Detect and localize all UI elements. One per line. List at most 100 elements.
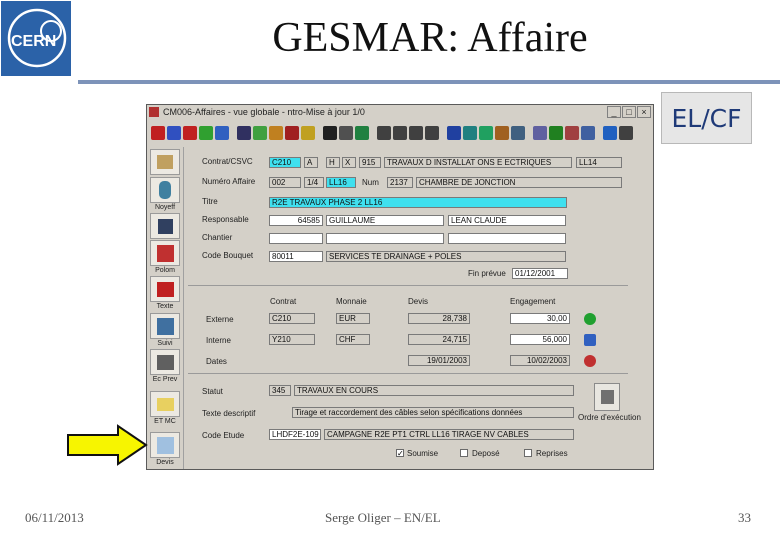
title-rule	[78, 80, 780, 84]
copy-icon[interactable]	[269, 126, 283, 140]
settings-icon[interactable]	[511, 126, 525, 140]
first-record-icon[interactable]	[377, 126, 391, 140]
code-etude-desc-field[interactable]: CAMPAGNE R2E PT1 CTRL LL16 TIRAGE NV CAB…	[324, 429, 574, 440]
delete-icon[interactable]	[183, 126, 197, 140]
calendar-icon[interactable]	[565, 126, 579, 140]
footer-author: Serge Oliger – EN/EL	[325, 510, 441, 525]
contrat-code-field[interactable]: C210	[269, 157, 301, 168]
sort-icon[interactable]	[447, 126, 461, 140]
cut-icon[interactable]	[285, 126, 299, 140]
externe-devis-field[interactable]: 28,738	[408, 313, 470, 324]
add-icon[interactable]	[253, 126, 267, 140]
help-icon[interactable]	[603, 126, 617, 140]
sidebar-button-person[interactable]	[150, 177, 180, 203]
contrat-num-field[interactable]: 915	[359, 157, 381, 168]
chantier-field-1[interactable]	[269, 233, 323, 244]
numero-code-field[interactable]: 002	[269, 177, 301, 188]
texte-descriptif-field[interactable]: Tirage et raccordement des câbles selon …	[292, 407, 574, 418]
close-button[interactable]: ×	[637, 106, 651, 118]
dates-engagement-field[interactable]: 10/02/2003	[510, 355, 570, 366]
contrat-h-field[interactable]: H	[326, 157, 340, 168]
externe-monnaie-field[interactable]: EUR	[336, 313, 370, 324]
code-bouquet-field[interactable]: 80011	[269, 251, 323, 262]
chantier-field-3[interactable]	[448, 233, 566, 244]
sidebar-button-texte[interactable]	[150, 276, 180, 302]
cern-logo: CERN	[1, 1, 71, 76]
clock-icon[interactable]	[584, 355, 596, 367]
search-icon[interactable]	[323, 126, 337, 140]
responsable-id-field[interactable]: 64585	[269, 215, 323, 226]
tools-icon[interactable]	[495, 126, 509, 140]
mail-icon[interactable]	[533, 126, 547, 140]
num-field[interactable]: 2137	[387, 177, 413, 188]
sidebar-button-ecprev[interactable]	[150, 349, 180, 375]
code-bouquet-desc-field[interactable]: SERVICES TE DRAINAGE + POLES	[326, 251, 566, 262]
flag-icon[interactable]	[584, 334, 596, 346]
responsable-label: Responsable	[202, 215, 249, 224]
new-icon[interactable]	[167, 126, 181, 140]
dates-label: Dates	[206, 357, 227, 366]
depose-label: Deposé	[472, 449, 500, 458]
statut-code-field[interactable]: 345	[269, 385, 291, 396]
save-icon[interactable]	[237, 126, 251, 140]
ordre-execution-button[interactable]	[594, 383, 620, 411]
svg-text:CERN: CERN	[11, 33, 56, 50]
insert-icon[interactable]	[199, 126, 213, 140]
fin-prevue-label: Fin prévue	[468, 269, 506, 278]
soumise-checkbox[interactable]: ✓	[396, 449, 404, 458]
exit-icon[interactable]	[151, 126, 165, 140]
pointer-arrow-icon	[67, 424, 148, 466]
sidebar-button-tree[interactable]	[150, 149, 180, 175]
code-etude-field[interactable]: LHDF2E-109	[269, 429, 321, 440]
globe-icon[interactable]	[549, 126, 563, 140]
previous-record-icon[interactable]	[393, 126, 407, 140]
interne-devis-field[interactable]: 24,715	[408, 334, 470, 345]
sidebar-button-polom[interactable]	[150, 240, 180, 266]
interne-monnaie-field[interactable]: CHF	[336, 334, 370, 345]
responsable-first-field[interactable]: LEAN CLAUDE	[448, 215, 566, 226]
sidebar-label-etmc: ET MC	[154, 418, 176, 425]
minimize-button[interactable]: _	[607, 106, 621, 118]
attach-icon[interactable]	[581, 126, 595, 140]
statut-value-field[interactable]: TRAVAUX EN COURS	[294, 385, 574, 396]
numero-desc-field[interactable]: CHAMBRE DE JONCTION	[416, 177, 622, 188]
contrat-desc-field[interactable]: TRAVAUX D INSTALLAT ONS E ECTRIQUES	[384, 157, 572, 168]
find-next-icon[interactable]	[339, 126, 353, 140]
sidebar-button-devis[interactable]	[150, 432, 180, 458]
info-icon[interactable]	[619, 126, 633, 140]
person-icon	[159, 181, 171, 199]
edit-document-icon	[157, 437, 174, 454]
app-window: CM006-Affaires - vue globale - ntro-Mise…	[146, 104, 654, 470]
globe-icon[interactable]	[584, 313, 596, 325]
sidebar-button-suivi[interactable]	[150, 313, 180, 339]
depose-checkbox[interactable]	[460, 449, 468, 457]
externe-engagement-field[interactable]: 30,00	[510, 313, 570, 324]
print-icon[interactable]	[463, 126, 477, 140]
paste-icon[interactable]	[301, 126, 315, 140]
sidebar-button-folder[interactable]	[150, 391, 180, 417]
interne-contrat-field[interactable]: Y210	[269, 334, 315, 345]
books-icon	[157, 318, 174, 335]
report-icon[interactable]	[479, 126, 493, 140]
contrat-extra-field[interactable]: LL14	[576, 157, 622, 168]
interne-engagement-field[interactable]: 56,000	[510, 334, 570, 345]
undo-icon[interactable]	[215, 126, 229, 140]
sidebar-label-texte: Texte	[156, 303, 174, 310]
maximize-button[interactable]: □	[622, 106, 636, 118]
reprises-checkbox[interactable]	[524, 449, 532, 457]
numero-cyan-field[interactable]: LL16	[326, 177, 356, 188]
filter-icon[interactable]	[355, 126, 369, 140]
numero-mid-field[interactable]: 1/4	[304, 177, 324, 188]
chantier-field-2[interactable]	[326, 233, 444, 244]
contrat-a-field[interactable]: A	[304, 157, 318, 168]
next-record-icon[interactable]	[409, 126, 423, 140]
last-record-icon[interactable]	[425, 126, 439, 140]
titre-field[interactable]: R2E TRAVAUX PHASE 2 LL16	[269, 197, 567, 208]
dates-devis-field[interactable]: 19/01/2003	[408, 355, 470, 366]
contrat-x-field[interactable]: X	[342, 157, 356, 168]
externe-contrat-field[interactable]: C210	[269, 313, 315, 324]
fin-prevue-field[interactable]: 01/12/2001	[512, 268, 568, 279]
responsable-name-field[interactable]: GUILLAUME	[326, 215, 444, 226]
sidebar-button-noyeff[interactable]	[150, 213, 180, 239]
sidebar-label-ecprev: Ec Prev	[152, 376, 178, 383]
